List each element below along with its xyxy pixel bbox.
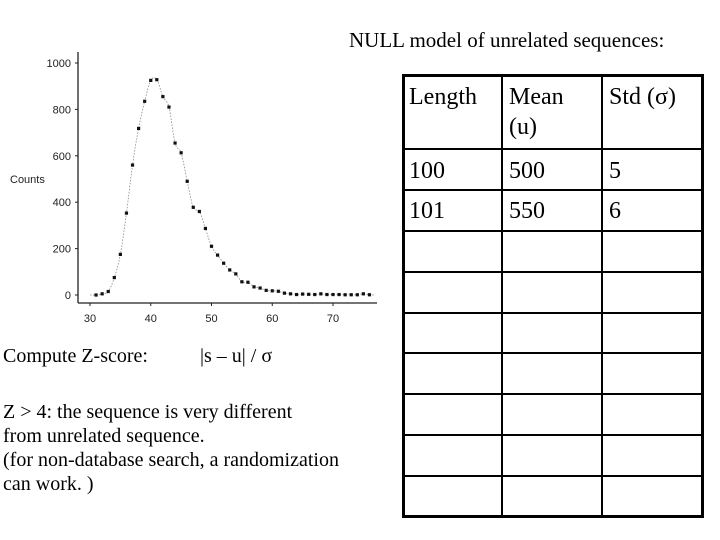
table-col-divider: [601, 74, 603, 518]
data-points: [94, 78, 372, 297]
fit-curve: [89, 77, 376, 296]
counts-chart: 0 200 400 600 800 1000 30 40 50 60 70 Counts: [10, 52, 377, 325]
data-point: [343, 293, 347, 297]
x-tick-label: 60: [266, 313, 278, 325]
data-point: [215, 253, 220, 257]
table-col-divider: [501, 74, 503, 518]
table-row-divider: [402, 393, 704, 395]
data-point: [137, 126, 141, 131]
cell-length: 101: [409, 198, 445, 224]
data-point: [149, 78, 153, 82]
data-point: [197, 209, 201, 214]
data-point: [106, 289, 110, 294]
table-row-divider: [402, 189, 704, 191]
cell-mean: 500: [509, 158, 545, 184]
data-point: [173, 141, 177, 145]
data-point: [191, 205, 195, 209]
table-row-divider: [402, 230, 704, 232]
y-axis-label: Counts: [10, 174, 45, 186]
header-std: Std (σ): [609, 84, 676, 110]
table-border-right: [701, 74, 704, 518]
data-point: [258, 286, 262, 290]
y-tick-label: 0: [65, 290, 71, 302]
x-tick-label: 70: [327, 313, 339, 325]
cell-length: 100: [409, 158, 445, 184]
header-mean: Mean: [509, 84, 564, 110]
data-point: [325, 292, 329, 297]
data-point: [252, 285, 256, 289]
table-row-divider: [402, 475, 704, 477]
y-tick-label: 600: [53, 151, 71, 163]
data-point: [301, 292, 305, 296]
data-point: [337, 292, 341, 297]
table-row-divider: [402, 312, 704, 314]
data-point: [100, 292, 104, 296]
data-point: [185, 179, 189, 183]
data-point: [118, 252, 122, 256]
note-line: can work. ): [3, 473, 94, 495]
data-point: [313, 292, 317, 297]
y-tick-label: 200: [53, 244, 71, 256]
data-point: [367, 293, 372, 297]
data-point: [94, 293, 98, 297]
axes: [77, 52, 377, 304]
zscore-label: Compute Z-score:: [3, 345, 148, 367]
x-tick-label: 30: [84, 313, 96, 325]
table-row-divider: [402, 434, 704, 436]
data-point: [319, 292, 323, 296]
data-point: [130, 163, 135, 167]
slide-title: NULL model of unrelated sequences:: [349, 28, 665, 52]
table-row-divider: [402, 271, 704, 273]
table-border-top: [402, 74, 704, 77]
cell-std: 6: [609, 198, 621, 224]
note-line: (for non-database search, a randomizatio…: [3, 449, 339, 471]
data-point: [270, 289, 274, 293]
cell-std: 5: [609, 158, 621, 184]
data-point: [288, 292, 293, 296]
data-point: [240, 280, 244, 284]
data-point: [124, 211, 129, 215]
data-point: [355, 293, 359, 297]
data-point: [307, 292, 311, 296]
x-tick-label: 50: [205, 313, 217, 325]
data-point: [167, 105, 171, 109]
data-point: [361, 292, 365, 296]
data-point: [246, 280, 250, 284]
header-mean-symbol: (u): [509, 114, 537, 140]
data-point: [331, 292, 335, 297]
table-row-divider: [402, 148, 704, 150]
table-border-left: [402, 74, 405, 518]
data-point: [203, 226, 208, 231]
data-point: [222, 261, 226, 265]
data-point: [349, 293, 353, 297]
table-row-divider: [402, 352, 704, 354]
y-tick-label: 800: [53, 104, 71, 116]
note-line: Z > 4: the sequence is very different: [3, 401, 293, 423]
data-point: [282, 291, 286, 295]
zscore-formula: |s – u| / σ: [200, 345, 273, 367]
data-point: [294, 292, 299, 297]
data-point: [161, 95, 165, 99]
data-point: [234, 272, 238, 276]
data-point: [179, 151, 183, 155]
ticks: 0 200 400 600 800 1000 30 40 50 60 70: [47, 58, 340, 325]
data-point: [155, 78, 159, 82]
table-border-bottom: [402, 515, 704, 518]
data-point: [276, 289, 280, 293]
data-point: [264, 288, 268, 292]
note-line: from unrelated sequence.: [3, 425, 205, 447]
null-model-table: Length Mean (u) Std (σ) 100 500 5 101 55…: [402, 74, 704, 518]
cell-mean: 550: [509, 198, 545, 224]
header-length: Length: [409, 84, 477, 110]
data-point: [143, 99, 147, 103]
y-tick-label: 400: [53, 197, 71, 209]
x-tick-label: 40: [145, 313, 157, 325]
data-point: [228, 268, 232, 272]
y-tick-label: 1000: [47, 58, 71, 70]
data-point: [209, 244, 214, 248]
data-point: [112, 276, 116, 280]
